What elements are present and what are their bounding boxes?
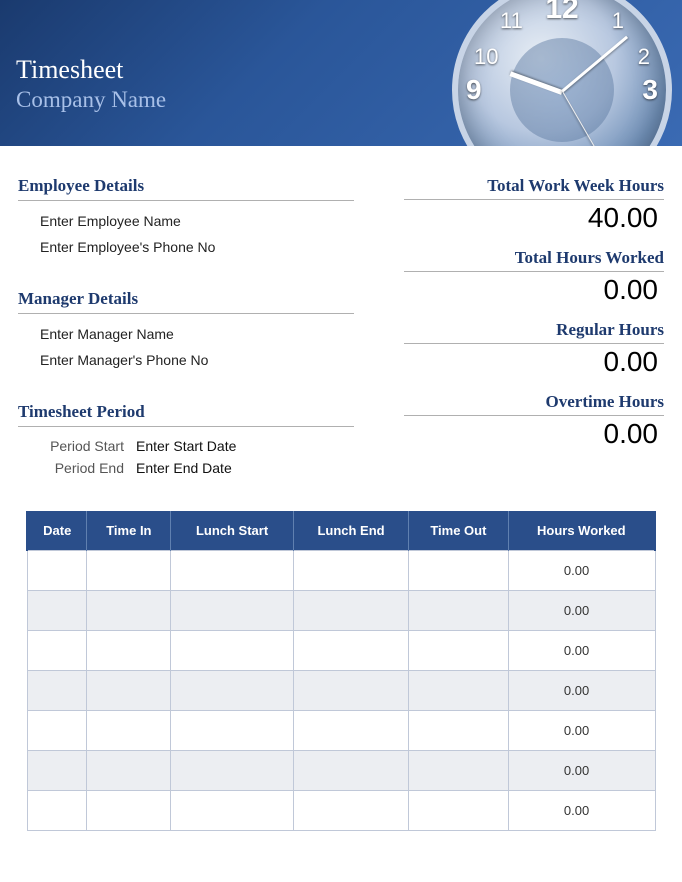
cell-lunch-start[interactable] [171, 591, 294, 631]
timesheet-table: Date Time In Lunch Start Lunch End Time … [26, 511, 656, 831]
cell-hours: 0.00 [508, 631, 655, 671]
cell-time-out[interactable] [409, 551, 508, 591]
cell-time-in[interactable] [87, 751, 171, 791]
cell-time-in[interactable] [87, 631, 171, 671]
cell-hours: 0.00 [508, 671, 655, 711]
cell-date[interactable] [27, 591, 87, 631]
cell-lunch-end[interactable] [293, 791, 408, 831]
period-end-field[interactable]: Enter End Date [136, 460, 232, 476]
cell-lunch-start[interactable] [171, 631, 294, 671]
cell-hours: 0.00 [508, 711, 655, 751]
cell-lunch-end[interactable] [293, 711, 408, 751]
manager-name-field[interactable]: Enter Manager Name [18, 322, 354, 348]
table-row: 0.00 [27, 751, 655, 791]
cell-time-out[interactable] [409, 631, 508, 671]
employee-heading: Employee Details [18, 176, 354, 201]
col-hours-worked: Hours Worked [508, 511, 655, 551]
clock-image: 12 1 2 3 9 10 11 [392, 0, 682, 146]
manager-heading: Manager Details [18, 289, 354, 314]
cell-time-out[interactable] [409, 791, 508, 831]
total-work-week-label: Total Work Week Hours [404, 176, 664, 200]
cell-lunch-end[interactable] [293, 671, 408, 711]
cell-lunch-start[interactable] [171, 551, 294, 591]
overtime-hours-label: Overtime Hours [404, 392, 664, 416]
cell-date[interactable] [27, 551, 87, 591]
cell-time-in[interactable] [87, 591, 171, 631]
cell-time-in[interactable] [87, 671, 171, 711]
overtime-hours-value: 0.00 [404, 416, 664, 464]
regular-hours-label: Regular Hours [404, 320, 664, 344]
cell-time-in[interactable] [87, 791, 171, 831]
cell-lunch-start[interactable] [171, 711, 294, 751]
cell-hours: 0.00 [508, 751, 655, 791]
cell-lunch-end[interactable] [293, 551, 408, 591]
table-row: 0.00 [27, 631, 655, 671]
cell-lunch-end[interactable] [293, 631, 408, 671]
total-hours-worked-label: Total Hours Worked [404, 248, 664, 272]
col-time-in: Time In [87, 511, 171, 551]
col-time-out: Time Out [409, 511, 508, 551]
cell-lunch-start[interactable] [171, 671, 294, 711]
cell-time-in[interactable] [87, 551, 171, 591]
col-lunch-end: Lunch End [293, 511, 408, 551]
col-date: Date [27, 511, 87, 551]
total-work-week-value: 40.00 [404, 200, 664, 248]
table-row: 0.00 [27, 671, 655, 711]
table-row: 0.00 [27, 711, 655, 751]
col-lunch-start: Lunch Start [171, 511, 294, 551]
page-header: Timesheet Company Name 12 1 2 3 9 10 11 [0, 0, 682, 146]
table-header-row: Date Time In Lunch Start Lunch End Time … [27, 511, 655, 551]
manager-phone-field[interactable]: Enter Manager's Phone No [18, 348, 354, 374]
table-row: 0.00 [27, 791, 655, 831]
cell-hours: 0.00 [508, 591, 655, 631]
period-end-label: Period End [18, 460, 136, 476]
regular-hours-value: 0.00 [404, 344, 664, 392]
cell-lunch-start[interactable] [171, 791, 294, 831]
total-hours-worked-value: 0.00 [404, 272, 664, 320]
cell-date[interactable] [27, 711, 87, 751]
cell-lunch-end[interactable] [293, 751, 408, 791]
cell-time-in[interactable] [87, 711, 171, 751]
period-start-label: Period Start [18, 438, 136, 454]
cell-time-out[interactable] [409, 591, 508, 631]
cell-date[interactable] [27, 631, 87, 671]
cell-hours: 0.00 [508, 791, 655, 831]
cell-time-out[interactable] [409, 751, 508, 791]
period-heading: Timesheet Period [18, 402, 354, 427]
cell-lunch-end[interactable] [293, 591, 408, 631]
employee-phone-field[interactable]: Enter Employee's Phone No [18, 235, 354, 261]
employee-name-field[interactable]: Enter Employee Name [18, 209, 354, 235]
cell-hours: 0.00 [508, 551, 655, 591]
cell-date[interactable] [27, 671, 87, 711]
cell-date[interactable] [27, 791, 87, 831]
cell-time-out[interactable] [409, 711, 508, 751]
period-start-field[interactable]: Enter Start Date [136, 438, 236, 454]
cell-lunch-start[interactable] [171, 751, 294, 791]
table-row: 0.00 [27, 551, 655, 591]
cell-time-out[interactable] [409, 671, 508, 711]
cell-date[interactable] [27, 751, 87, 791]
table-row: 0.00 [27, 591, 655, 631]
